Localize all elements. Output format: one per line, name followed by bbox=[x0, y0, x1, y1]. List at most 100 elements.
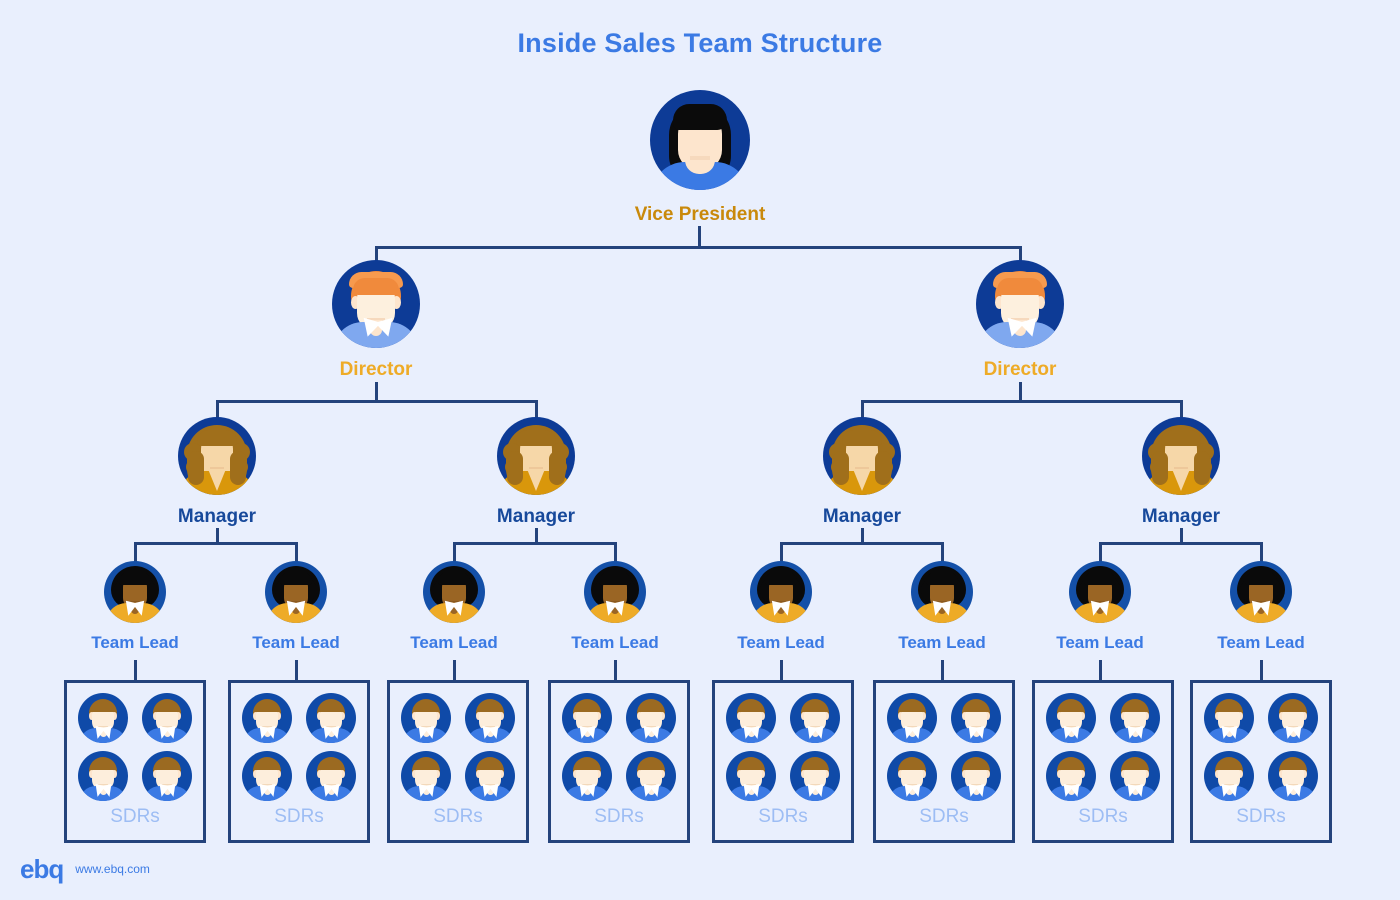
sdr-avatar-icon bbox=[1204, 693, 1254, 743]
sdr-avatar-icon bbox=[1046, 751, 1096, 801]
sdr-group-box-1[interactable]: SDRs bbox=[64, 680, 206, 843]
team-lead-label-1: Team Lead bbox=[91, 633, 179, 652]
connector-sdr-stem-6 bbox=[941, 660, 944, 680]
person-afro-avatar-icon bbox=[584, 561, 646, 623]
node-vice-president[interactable]: Vice President bbox=[635, 90, 765, 224]
sdr-avatar-grid bbox=[1035, 693, 1171, 801]
sdr-group-box-5[interactable]: SDRs bbox=[712, 680, 854, 843]
female-dark-bob-avatar-icon bbox=[650, 90, 750, 190]
sdr-group-box-4[interactable]: SDRs bbox=[548, 680, 690, 843]
node-team-lead-8[interactable]: Team Lead bbox=[1217, 561, 1305, 651]
org-chart-canvas: Inside Sales Team Structure Vice Preside… bbox=[0, 0, 1400, 900]
manager-label-3: Manager bbox=[822, 506, 902, 527]
sdr-group-label-4: SDRs bbox=[594, 806, 644, 827]
person-afro-avatar-icon bbox=[911, 561, 973, 623]
sdr-avatar-icon bbox=[142, 693, 192, 743]
node-team-lead-4[interactable]: Team Lead bbox=[571, 561, 659, 651]
sdr-avatar-icon bbox=[401, 751, 451, 801]
sdr-group-label-3: SDRs bbox=[433, 806, 483, 827]
connector-sdr-stem-4 bbox=[614, 660, 617, 680]
sdr-avatar-icon bbox=[306, 693, 356, 743]
website-url[interactable]: www.ebq.com bbox=[75, 862, 150, 876]
sdr-avatar-icon bbox=[142, 751, 192, 801]
manager-label-1: Manager bbox=[177, 506, 257, 527]
manager-label-2: Manager bbox=[496, 506, 576, 527]
sdr-avatar-icon bbox=[726, 693, 776, 743]
sdr-avatar-icon bbox=[1046, 693, 1096, 743]
sdr-avatar-icon bbox=[242, 751, 292, 801]
node-manager-1[interactable]: Manager bbox=[178, 417, 256, 526]
connector-teamlead-drop-4 bbox=[614, 542, 617, 562]
person-afro-avatar-icon bbox=[423, 561, 485, 623]
sdr-avatar-icon bbox=[78, 751, 128, 801]
person-afro-avatar-icon bbox=[1069, 561, 1131, 623]
node-team-lead-6[interactable]: Team Lead bbox=[898, 561, 986, 651]
connector-director1-stem bbox=[375, 382, 378, 402]
sdr-group-label-8: SDRs bbox=[1236, 806, 1286, 827]
sdr-avatar-icon bbox=[951, 693, 1001, 743]
sdr-avatar-icon bbox=[1110, 751, 1160, 801]
person-afro-avatar-icon bbox=[1230, 561, 1292, 623]
node-manager-3[interactable]: Manager bbox=[823, 417, 901, 526]
female-brown-wavy-avatar-icon bbox=[1142, 417, 1220, 495]
sdr-avatar-grid bbox=[551, 693, 687, 801]
node-manager-2[interactable]: Manager bbox=[497, 417, 575, 526]
node-team-lead-2[interactable]: Team Lead bbox=[252, 561, 340, 651]
connector-teamlead-drop-7 bbox=[1099, 542, 1102, 562]
person-afro-avatar-icon bbox=[750, 561, 812, 623]
sdr-avatar-icon bbox=[1268, 751, 1318, 801]
sdr-group-box-8[interactable]: SDRs bbox=[1190, 680, 1332, 843]
person-afro-avatar-icon bbox=[265, 561, 327, 623]
node-director-2[interactable]: Director bbox=[976, 260, 1064, 379]
sdr-avatar-icon bbox=[790, 693, 840, 743]
sdr-group-box-3[interactable]: SDRs bbox=[387, 680, 529, 843]
connector-teamlead-drop-2 bbox=[295, 542, 298, 562]
node-team-lead-1[interactable]: Team Lead bbox=[91, 561, 179, 651]
team-lead-label-7: Team Lead bbox=[1056, 633, 1144, 652]
connector-manager1-bus bbox=[134, 542, 297, 545]
team-lead-label-4: Team Lead bbox=[571, 633, 659, 652]
sdr-group-box-6[interactable]: SDRs bbox=[873, 680, 1015, 843]
sdr-group-label-6: SDRs bbox=[919, 806, 969, 827]
sdr-avatar-icon bbox=[626, 693, 676, 743]
connector-director2-bus bbox=[861, 400, 1182, 403]
sdr-avatar-icon bbox=[726, 751, 776, 801]
connector-sdr-stem-3 bbox=[453, 660, 456, 680]
sdr-group-box-2[interactable]: SDRs bbox=[228, 680, 370, 843]
sdr-group-box-7[interactable]: SDRs bbox=[1032, 680, 1174, 843]
sdr-avatar-icon bbox=[401, 693, 451, 743]
connector-manager3-bus bbox=[780, 542, 943, 545]
team-lead-label-2: Team Lead bbox=[252, 633, 340, 652]
connector-teamlead-drop-1 bbox=[134, 542, 137, 562]
male-ginger-avatar-icon bbox=[332, 260, 420, 348]
female-brown-wavy-avatar-icon bbox=[823, 417, 901, 495]
sdr-group-label-7: SDRs bbox=[1078, 806, 1128, 827]
sdr-avatar-grid bbox=[390, 693, 526, 801]
page-title: Inside Sales Team Structure bbox=[517, 28, 883, 58]
node-team-lead-7[interactable]: Team Lead bbox=[1056, 561, 1144, 651]
sdr-avatar-grid bbox=[876, 693, 1012, 801]
director-label-1: Director bbox=[339, 359, 413, 380]
connector-teamlead-drop-8 bbox=[1260, 542, 1263, 562]
team-lead-label-3: Team Lead bbox=[410, 633, 498, 652]
sdr-avatar-grid bbox=[715, 693, 851, 801]
ebq-logo[interactable]: ebq bbox=[20, 856, 64, 882]
sdr-group-label-5: SDRs bbox=[758, 806, 808, 827]
connector-teamlead-drop-3 bbox=[453, 542, 456, 562]
connector-manager2-bus bbox=[453, 542, 616, 545]
node-team-lead-5[interactable]: Team Lead bbox=[737, 561, 825, 651]
node-manager-4[interactable]: Manager bbox=[1142, 417, 1220, 526]
footer: ebq www.ebq.com bbox=[20, 856, 150, 882]
connector-director1-bus bbox=[216, 400, 537, 403]
manager-label-4: Manager bbox=[1141, 506, 1221, 527]
connector-sdr-stem-5 bbox=[780, 660, 783, 680]
connector-director2-stem bbox=[1019, 382, 1022, 402]
sdr-group-label-2: SDRs bbox=[274, 806, 324, 827]
node-director-1[interactable]: Director bbox=[332, 260, 420, 379]
sdr-avatar-icon bbox=[78, 693, 128, 743]
sdr-avatar-icon bbox=[951, 751, 1001, 801]
connector-vp-stem bbox=[698, 226, 701, 248]
connector-manager4-bus bbox=[1099, 542, 1262, 545]
sdr-group-label-1: SDRs bbox=[110, 806, 160, 827]
node-team-lead-3[interactable]: Team Lead bbox=[410, 561, 498, 651]
